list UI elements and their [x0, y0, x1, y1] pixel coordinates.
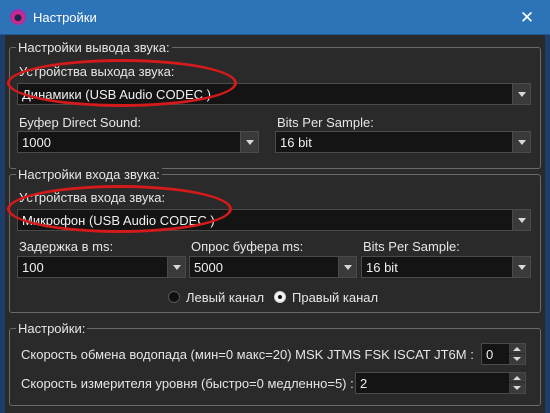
output-device-select[interactable]: Динамики (USB Audio CODEC ): [17, 83, 531, 105]
poll-label: Опрос буфера ms:: [191, 239, 304, 254]
waterfall-speed-spinner[interactable]: 0: [481, 343, 526, 365]
spin-up-icon[interactable]: [509, 344, 525, 354]
chevron-down-icon[interactable]: [512, 84, 530, 104]
delay-value: 100: [22, 260, 44, 275]
meter-speed-spinner[interactable]: 2: [355, 372, 526, 394]
output-device-value: Динамики (USB Audio CODEC ): [22, 87, 211, 102]
meter-speed-label: Скорость измерителя уровня (быстро=0 мед…: [21, 376, 354, 391]
chevron-down-icon[interactable]: [338, 257, 356, 277]
spin-down-icon[interactable]: [509, 383, 525, 393]
settings-window: Настройки вывода звука: Устройства выход…: [0, 35, 550, 413]
right-channel-label[interactable]: Правый канал: [292, 290, 378, 305]
input-bits-value: 16 bit: [366, 260, 398, 275]
output-group-title: Настройки вывода звука:: [16, 40, 172, 55]
app-logo-icon: [10, 9, 26, 25]
buffer-select[interactable]: 1000: [17, 131, 259, 153]
input-bits-label: Bits Per Sample:: [363, 239, 460, 254]
output-bits-select[interactable]: 16 bit: [275, 131, 531, 153]
meter-speed-value: 2: [360, 376, 368, 391]
output-bits-label: Bits Per Sample:: [277, 115, 374, 130]
chevron-down-icon[interactable]: [512, 257, 530, 277]
title-bar: Настройки ✕: [0, 0, 550, 35]
spin-up-icon[interactable]: [509, 373, 525, 383]
left-channel-radio[interactable]: [168, 291, 180, 303]
input-bits-select[interactable]: 16 bit: [361, 256, 531, 278]
close-button[interactable]: ✕: [504, 0, 550, 35]
buffer-label: Буфер Direct Sound:: [19, 115, 142, 130]
input-device-label: Устройства входа звука:: [19, 190, 166, 205]
poll-value: 5000: [194, 260, 223, 275]
output-device-label: Устройства выхода звука:: [19, 64, 175, 79]
delay-select[interactable]: 100: [17, 256, 186, 278]
spin-down-icon[interactable]: [509, 354, 525, 364]
chevron-down-icon[interactable]: [512, 132, 530, 152]
input-group-title: Настройки входа звука:: [16, 167, 162, 182]
output-bits-value: 16 bit: [280, 135, 312, 150]
window-title: Настройки: [33, 10, 97, 25]
chevron-down-icon[interactable]: [167, 257, 185, 277]
input-device-select[interactable]: Микрофон (USB Audio CODEC ): [17, 209, 531, 231]
poll-select[interactable]: 5000: [189, 256, 357, 278]
chevron-down-icon[interactable]: [240, 132, 258, 152]
settings-group-title: Настройки:: [16, 321, 88, 336]
general-settings-group: [9, 328, 541, 406]
chevron-down-icon[interactable]: [512, 210, 530, 230]
input-device-value: Микрофон (USB Audio CODEC ): [22, 213, 215, 228]
waterfall-speed-label: Скорость обмена водопада (мин=0 макс=20)…: [21, 347, 474, 362]
delay-label: Задержка в ms:: [19, 239, 114, 254]
waterfall-speed-value: 0: [486, 347, 494, 362]
right-channel-radio[interactable]: [274, 291, 286, 303]
buffer-value: 1000: [22, 135, 51, 150]
left-channel-label[interactable]: Левый канал: [186, 290, 264, 305]
